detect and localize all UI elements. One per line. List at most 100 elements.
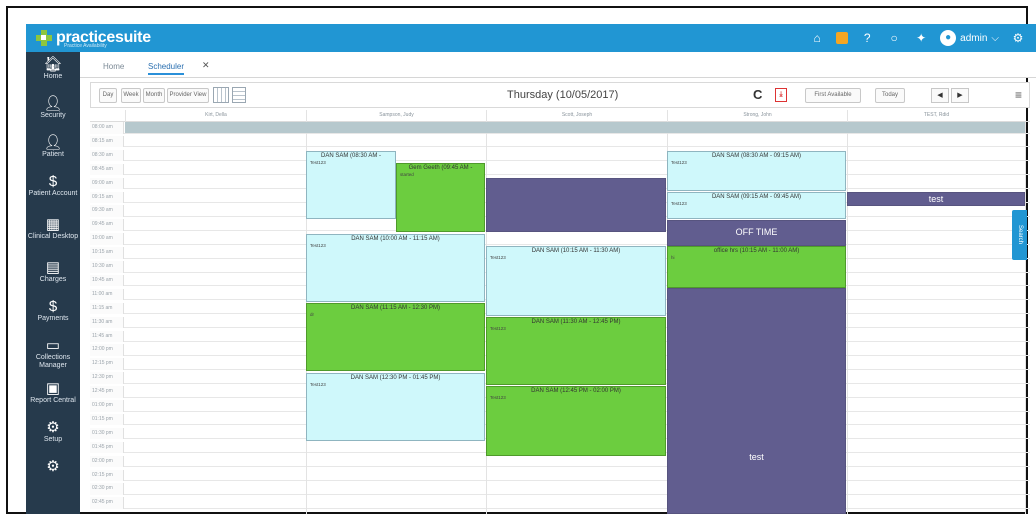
user-name: admin <box>960 32 988 44</box>
time-label: 02:30 pm <box>90 483 124 495</box>
appointment-block[interactable]: DAN SAM (11:15 AM - 12:30 PM) dr <box>306 303 485 371</box>
time-label: 11:00 am <box>90 288 124 301</box>
view-day-button[interactable]: Day <box>99 88 117 103</box>
appointment-note: Test123 <box>310 160 326 165</box>
sidebar-item-label: Collections Manager <box>35 354 71 369</box>
gear-icon: ⚙ <box>46 419 60 436</box>
sidebar-item-collections-manager[interactable]: ▭ Collections Manager <box>26 333 80 376</box>
sidebar-item-label: Charges <box>39 276 67 283</box>
sidebar-item-home[interactable]: 🏠︎ Home <box>26 52 80 91</box>
appointment-title: DAN SAM (08:30 AM - 09:15 AM) <box>711 153 802 159</box>
prev-day-button[interactable]: ◀ <box>931 88 949 103</box>
time-slot-row[interactable]: 08:30 am <box>90 149 1030 162</box>
list-view-icon[interactable] <box>232 87 246 103</box>
appointment-note: hi <box>671 255 675 260</box>
hamburger-menu-icon[interactable]: ≡ <box>1015 88 1022 102</box>
time-slot-row[interactable]: 02:00 pm <box>90 455 1030 468</box>
sidebar-item-more[interactable]: ⚙ <box>26 454 80 493</box>
appointment-block[interactable]: DAN SAM (12:45 PM - 02:00 PM) Test123 <box>486 386 666 456</box>
dollar-icon: $ <box>48 298 58 315</box>
sidebar-item-patient-account[interactable]: $ Patient Account <box>26 169 80 212</box>
appointment-title: DAN SAM (12:30 PM - 01:45 PM) <box>350 375 441 381</box>
home-icon: 🏠︎ <box>43 56 63 73</box>
appointment-block[interactable]: DAN SAM (09:15 AM - 09:45 AM) Test123 <box>667 192 846 219</box>
off-time-block[interactable]: OFF TIME <box>667 220 846 246</box>
dollar-icon: $ <box>48 173 58 190</box>
column-divider <box>1025 122 1026 514</box>
sidebar-item-clinical-desktop[interactable]: ▦ Clinical Desktop <box>26 212 80 255</box>
appointment-note: Test123 <box>671 160 687 165</box>
chat-icon[interactable]: ○ <box>886 31 902 45</box>
time-label: 02:00 pm <box>90 455 124 468</box>
refresh-icon[interactable]: C <box>753 87 762 102</box>
sidebar: 🏠︎ Home 👤︎ Security 👤︎ Patient $ Patient… <box>26 52 80 514</box>
appointment-note: Test123 <box>671 201 687 206</box>
sidebar-item-setup[interactable]: ⚙ Setup <box>26 415 80 454</box>
pin-icon[interactable]: ✦ <box>913 31 929 45</box>
time-slot-row[interactable]: 02:15 pm <box>90 469 1030 481</box>
appointment-note: Test123 <box>490 395 506 400</box>
grid-view-icon[interactable] <box>213 87 229 103</box>
appointment-block[interactable]: DAN SAM (08:30 AM - 09:15 AM) Test123 <box>667 151 846 191</box>
column-divider <box>847 122 848 514</box>
search-side-tab[interactable]: Search <box>1012 210 1027 260</box>
time-label: 01:30 pm <box>90 427 124 440</box>
home-icon[interactable]: ⌂ <box>809 31 825 45</box>
tab-scheduler[interactable]: Scheduler <box>148 62 185 75</box>
time-label: 10:15 am <box>90 247 124 259</box>
close-tab-icon[interactable]: ✕ <box>202 60 210 71</box>
provider-header-row: Kirt, Della Sampson, Judy Scott, Joseph … <box>90 110 1030 122</box>
sidebar-item-patient[interactable]: 👤︎ Patient <box>26 130 80 169</box>
appointment-block[interactable]: DAN SAM (08:30 AM - Test123 <box>306 151 396 219</box>
appointment-block[interactable]: office hrs (10:15 AM - 11:00 AM) hi <box>667 246 846 288</box>
provider-header: TEST, Rdid <box>847 110 1025 122</box>
brand-tagline: Practice Availability <box>64 43 107 49</box>
next-day-button[interactable]: ▶ <box>951 88 969 103</box>
appointment-title: DAN SAM (10:15 AM - 11:30 AM) <box>531 248 621 254</box>
blocked-time[interactable] <box>486 178 666 232</box>
time-label: 11:30 am <box>90 316 124 329</box>
appointment-title: DAN SAM (11:15 AM - 12:30 PM) <box>351 305 440 311</box>
blocked-time[interactable]: test <box>847 192 1025 206</box>
calendar-icon[interactable] <box>836 32 849 44</box>
tab-home[interactable]: Home <box>103 62 124 71</box>
schedule-grid: 08:00 am 08:15 am 08:30 am 08:45 am 09:00 am… <box>90 122 1030 514</box>
appointment-block[interactable]: Gem Geeth (09:45 AM - started <box>396 163 485 232</box>
time-slot-row[interactable]: 02:45 pm <box>90 497 1030 509</box>
schedule-date-title: Thursday (10/05/2017) <box>507 89 619 101</box>
view-month-button[interactable]: Month <box>143 88 165 103</box>
time-label: 12:30 pm <box>90 372 124 384</box>
today-button[interactable]: Today <box>875 88 905 103</box>
top-bar: practicesuite Practice Availability ⌂ ? … <box>26 24 1036 52</box>
appointment-block[interactable]: DAN SAM (12:30 PM - 01:45 PM) Test123 <box>306 373 485 441</box>
time-slot-row[interactable]: 10:00 am <box>90 233 1030 245</box>
user-menu[interactable]: ● admin ⌵ <box>940 30 999 46</box>
time-label: 12:15 pm <box>90 358 124 370</box>
time-label: 09:45 am <box>90 219 124 231</box>
pdf-export-icon[interactable]: ⤓ <box>775 88 787 102</box>
sidebar-item-security[interactable]: 👤︎ Security <box>26 91 80 130</box>
sidebar-item-report-central[interactable]: ▣ Report Central <box>26 376 80 415</box>
help-icon[interactable]: ? <box>859 31 875 45</box>
provider-header: Scott, Joseph <box>486 110 667 122</box>
time-slot-row[interactable]: 02:30 pm <box>90 483 1030 495</box>
appointment-block[interactable]: DAN SAM (11:30 AM - 12:45 PM) Test123 <box>486 317 666 385</box>
appointment-title: DAN SAM (08:30 AM - <box>320 153 382 159</box>
blocked-time[interactable]: test <box>667 288 846 514</box>
appointment-block[interactable]: DAN SAM (10:15 AM - 11:30 AM) Test123 <box>486 246 666 316</box>
time-slot-row[interactable]: 08:45 am <box>90 163 1030 176</box>
appointment-note: Test123 <box>310 382 326 387</box>
first-available-button[interactable]: First Available <box>805 88 861 103</box>
time-label: 09:00 am <box>90 177 124 190</box>
view-week-button[interactable]: Week <box>121 88 141 103</box>
time-label: 02:45 pm <box>90 497 124 509</box>
view-provider-button[interactable]: Provider View <box>167 88 209 103</box>
appointment-block[interactable]: DAN SAM (10:00 AM - 11:15 AM) Test123 <box>306 234 485 302</box>
time-slot-row[interactable]: 08:15 am <box>90 135 1030 148</box>
sidebar-item-payments[interactable]: $ Payments <box>26 294 80 333</box>
appointment-note: Test123 <box>490 326 506 331</box>
settings-icon[interactable]: ⚙ <box>1010 31 1026 45</box>
sidebar-item-charges[interactable]: ▤ Charges <box>26 255 80 294</box>
time-label: 09:30 am <box>90 205 124 217</box>
chevron-down-icon: ⌵ <box>991 32 999 44</box>
